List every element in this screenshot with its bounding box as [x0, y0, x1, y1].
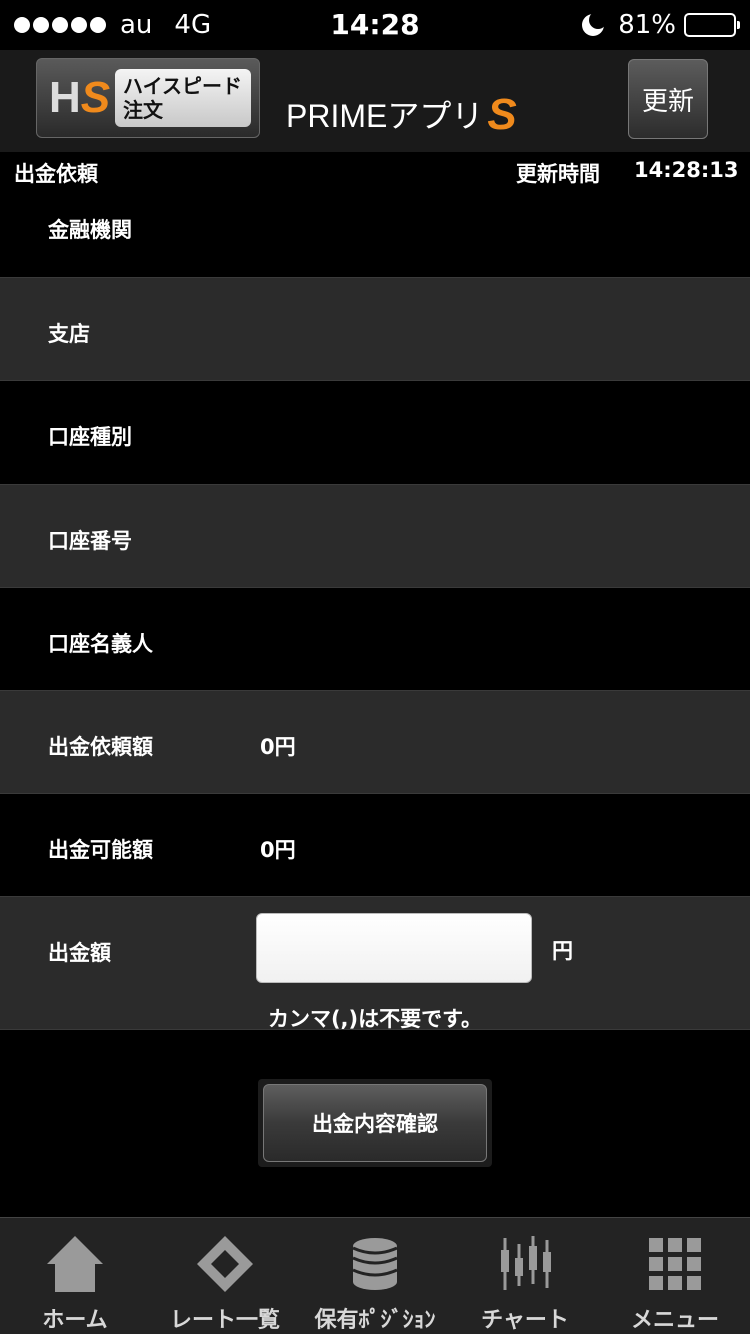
hs-logo-icon: HS [49, 73, 111, 122]
row-label: 出金可能額 [48, 838, 153, 862]
row-bank: 金融機関 [0, 192, 750, 277]
tab-rates[interactable]: レート一覧 [150, 1218, 300, 1334]
row-account-holder: 口座名義人 [0, 588, 750, 690]
tab-label: メニュー [630, 1308, 719, 1333]
row-label: 口座名義人 [48, 632, 153, 656]
updated-label: 更新時間 [516, 162, 600, 186]
amount-input[interactable] [256, 913, 532, 983]
row-value: 0円 [260, 735, 296, 759]
row-label: 支店 [48, 322, 90, 346]
battery-icon [684, 13, 740, 37]
tab-menu[interactable]: メニュー [600, 1218, 750, 1334]
row-label: 口座番号 [48, 529, 132, 553]
battery-percent: 81% [618, 10, 676, 40]
row-branch: 支店 [0, 277, 750, 381]
tab-bar: ホーム レート一覧 保有ﾎﾟｼﾞｼｮﾝ チャート メニュー [0, 1217, 750, 1334]
tab-chart[interactable]: チャート [450, 1218, 600, 1334]
high-speed-order-label: ハイスピード 注文 [115, 69, 251, 127]
row-available-amount: 出金可能額 0円 [0, 794, 750, 896]
menu-grid-icon [649, 1238, 701, 1290]
do-not-disturb-moon-icon [582, 11, 608, 36]
chart-icon [501, 1236, 551, 1290]
tab-label: チャート [481, 1308, 569, 1333]
positions-icon [352, 1238, 398, 1290]
rates-icon [197, 1236, 253, 1292]
row-label: 出金依頼額 [48, 735, 153, 759]
confirm-button-frame: 出金内容確認 [258, 1079, 492, 1167]
tab-home[interactable]: ホーム [0, 1218, 150, 1334]
row-account-number: 口座番号 [0, 484, 750, 588]
row-value: 0円 [260, 838, 296, 862]
updated-time: 14:28:13 [634, 158, 739, 182]
row-requested-amount: 出金依頼額 0円 [0, 690, 750, 794]
row-label: 口座種別 [48, 425, 132, 449]
status-bar: au 4G 14:28 81% [0, 0, 750, 50]
status-right: 81% [582, 8, 740, 42]
row-label: 金融機関 [48, 218, 132, 242]
amount-label: 出金額 [48, 941, 111, 965]
comma-note: カンマ(,)は不要です。 [267, 1007, 483, 1031]
page-title: 出金依頼 [14, 162, 98, 186]
refresh-button[interactable]: 更新 [628, 59, 708, 139]
confirm-withdrawal-button[interactable]: 出金内容確認 [263, 1084, 487, 1162]
tab-positions[interactable]: 保有ﾎﾟｼﾞｼｮﾝ [300, 1218, 450, 1334]
row-account-type: 口座種別 [0, 381, 750, 484]
tab-label: 保有ﾎﾟｼﾞｼｮﾝ [314, 1308, 436, 1333]
app-header: HS ハイスピード 注文 PRIMEアプリS 更新 [0, 50, 750, 152]
amount-unit: 円 [552, 939, 573, 963]
tab-label: レート一覧 [169, 1308, 280, 1333]
app-title: PRIMEアプリS [286, 90, 517, 139]
home-icon [47, 1236, 103, 1292]
high-speed-order-button[interactable]: HS ハイスピード 注文 [36, 58, 260, 138]
page-subheader: 出金依頼 更新時間 14:28:13 [0, 152, 750, 192]
tab-label: ホーム [42, 1308, 108, 1333]
